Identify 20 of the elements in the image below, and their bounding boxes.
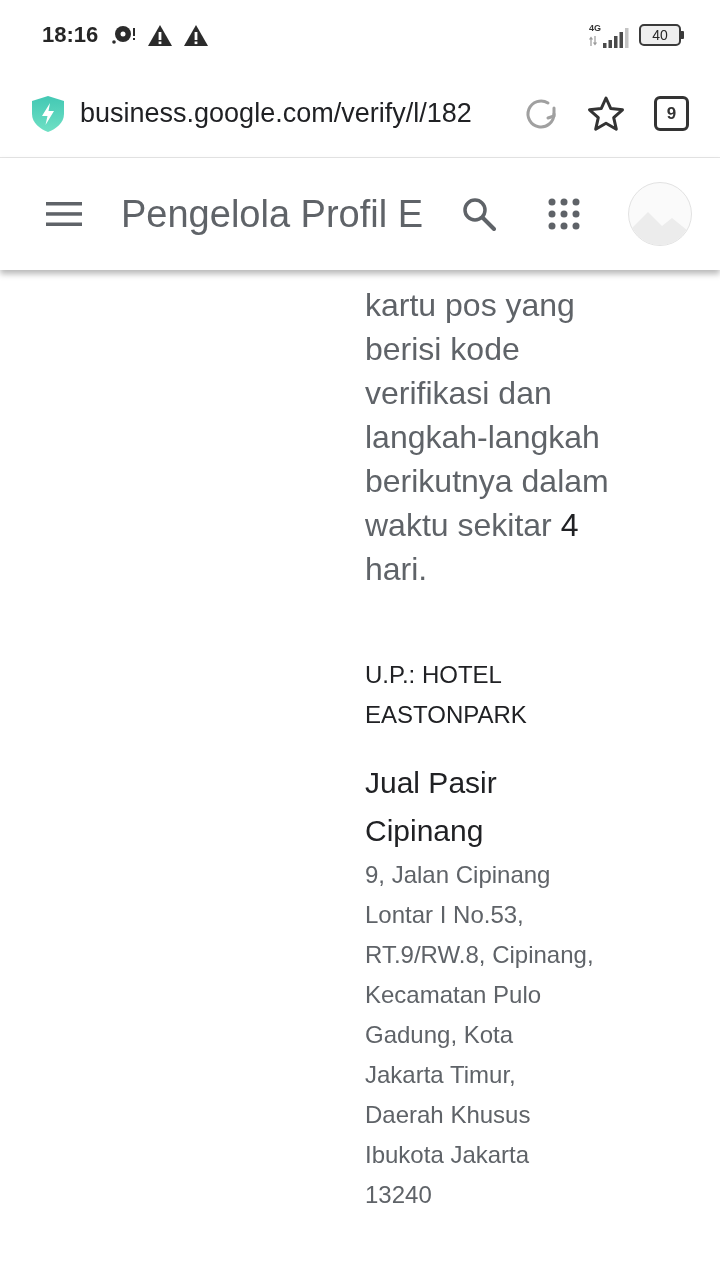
verification-info-text: kartu pos yang berisi kode verifikasi dan langkah-langkah berikutnya dalam waktu sekitar 4 hari. [365, 286, 610, 589]
shield-icon [32, 95, 64, 132]
url-text[interactable]: business.google.com/verify/l/182 [80, 100, 472, 127]
business-name: Jual Pasir Cipinang [365, 765, 498, 849]
warning-icon [148, 24, 173, 46]
battery-percentage: 40 [652, 28, 668, 42]
menu-icon[interactable] [46, 202, 82, 226]
signal-icon [603, 28, 629, 48]
data-arrows-icon [589, 36, 597, 46]
star-icon[interactable] [587, 95, 625, 132]
status-time: 18:16 [42, 24, 99, 46]
warning-icon [184, 24, 209, 46]
business-address: 9, Jalan Cipinang Lontar I No.53, RT.9/RW.8, Cipinang, Kecamatan Pulo Gadung, Kota Jakarta Timur, Daerah Khusus Ibukota Jakarta 13240 [365, 860, 595, 1210]
app-title: Pengelola Profil E [121, 195, 424, 233]
search-icon[interactable] [462, 197, 496, 231]
recipient-text: U.P.: HOTEL EASTONPARK [365, 660, 528, 730]
tabs-button[interactable]: 9 [654, 96, 689, 131]
disc-icon [112, 25, 137, 45]
apps-grid-icon[interactable] [548, 198, 580, 230]
network-type-label: 4G [589, 24, 601, 33]
